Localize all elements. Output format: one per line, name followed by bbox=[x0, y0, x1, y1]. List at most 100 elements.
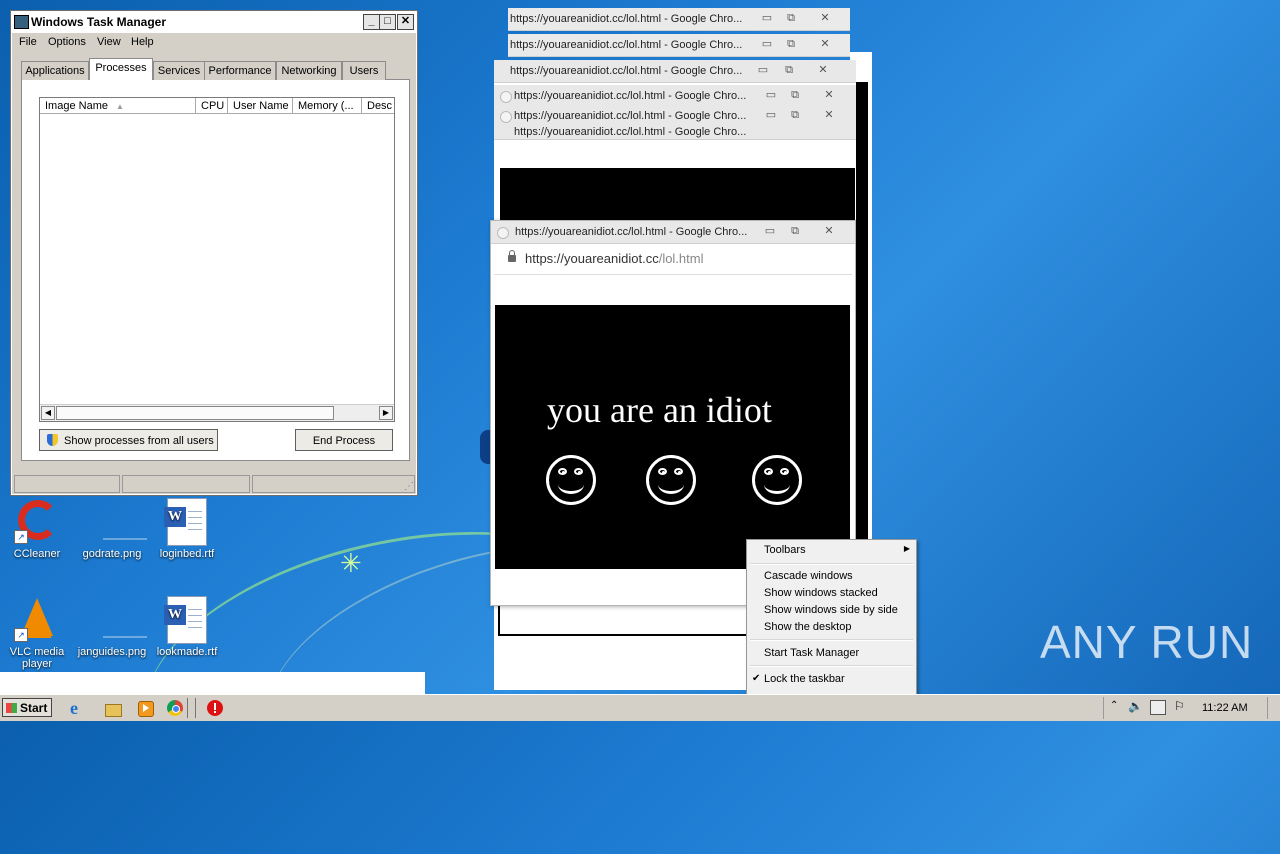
desktop-icon-janguides[interactable]: janguides.png bbox=[75, 596, 149, 658]
url-text[interactable]: https://youareanidiot.cc/lol.html bbox=[525, 251, 704, 266]
close-button[interactable]: ✕ bbox=[812, 63, 834, 77]
system-tray: ⌃ 🔈 ⚐ 11:22 AM bbox=[1103, 697, 1280, 719]
desktop-icon-ccleaner[interactable]: ↗ CCleaner bbox=[0, 498, 74, 560]
end-process-button[interactable]: End Process bbox=[295, 429, 393, 451]
action-center-flag-icon[interactable]: ⚐ bbox=[1174, 699, 1185, 713]
minimize-button[interactable]: ▭ bbox=[756, 37, 778, 51]
minimize-button[interactable]: ▭ bbox=[760, 108, 782, 122]
file-explorer-icon[interactable] bbox=[104, 699, 122, 717]
chrome-taskbar-icon[interactable] bbox=[166, 699, 184, 717]
menu-item-toolbars[interactable]: Toolbars bbox=[764, 544, 806, 556]
menu-separator bbox=[750, 563, 913, 565]
resize-grip-icon[interactable]: ⋰ bbox=[404, 481, 414, 492]
maximize-button[interactable]: ⧉ bbox=[778, 63, 800, 77]
maximize-button[interactable]: ⧉ bbox=[780, 37, 802, 51]
tab-processes[interactable]: Processes bbox=[89, 58, 153, 80]
minimize-button[interactable]: ▭ bbox=[752, 63, 774, 77]
close-button[interactable]: ✕ bbox=[818, 88, 840, 102]
shortcut-arrow-icon: ↗ bbox=[14, 530, 28, 544]
column-cpu[interactable]: CPU bbox=[196, 98, 228, 114]
task-manager-icon bbox=[14, 15, 29, 29]
anyrun-watermark: ANY RUN bbox=[1040, 616, 1254, 668]
favicon-icon bbox=[500, 91, 512, 103]
column-image-name[interactable]: Image Name ▲ bbox=[40, 98, 196, 114]
tab-networking[interactable]: Networking bbox=[276, 61, 342, 80]
desktop-icon-vlc[interactable]: ↗ VLC media player bbox=[0, 596, 74, 670]
chrome-popup-titlebar[interactable]: https://youareanidiot.cc/lol.html - Goog… bbox=[494, 125, 856, 140]
word-doc-icon bbox=[164, 498, 210, 546]
stop-icon[interactable] bbox=[206, 699, 224, 717]
start-button[interactable]: Start bbox=[2, 698, 52, 717]
scroll-right-arrow-icon[interactable]: ▶ bbox=[379, 406, 393, 420]
close-button[interactable]: ✕ bbox=[397, 14, 414, 30]
close-button[interactable]: ✕ bbox=[818, 224, 840, 238]
tab-applications[interactable]: Applications bbox=[21, 61, 89, 80]
menu-item-show-windows-side-by-side[interactable]: Show windows side by side bbox=[764, 604, 898, 616]
column-memory[interactable]: Memory (... bbox=[293, 98, 362, 114]
task-manager-titlebar[interactable]: Windows Task Manager _ □ ✕ bbox=[11, 11, 417, 33]
favicon-icon bbox=[497, 227, 509, 239]
minimize-button[interactable]: ▭ bbox=[760, 88, 782, 102]
media-player-icon[interactable] bbox=[137, 699, 155, 717]
submenu-arrow-icon: ▶ bbox=[903, 544, 910, 553]
scroll-thumb[interactable] bbox=[56, 406, 334, 420]
chrome-popup-titlebar[interactable]: https://youareanidiot.cc/lol.html - Goog… bbox=[508, 34, 850, 57]
network-icon[interactable] bbox=[1150, 700, 1166, 715]
process-list[interactable]: Image Name ▲ CPU User Name Memory (... De… bbox=[39, 97, 395, 422]
tab-users[interactable]: Users bbox=[342, 61, 386, 80]
menu-separator bbox=[750, 639, 913, 641]
tab-performance[interactable]: Performance bbox=[204, 61, 276, 80]
maximize-button[interactable]: □ bbox=[379, 14, 396, 30]
chrome-popup-titlebar[interactable]: https://youareanidiot.cc/lol.html - Goog… bbox=[508, 8, 850, 31]
address-bar[interactable]: https://youareanidiot.cc/lol.html bbox=[494, 244, 852, 275]
maximize-button[interactable]: ⧉ bbox=[784, 108, 806, 122]
close-button[interactable]: ✕ bbox=[818, 108, 840, 122]
window-remnant bbox=[0, 672, 425, 694]
desktop-icon-label: VLC media player bbox=[9, 646, 65, 670]
smiley-face-icon bbox=[646, 455, 696, 505]
word-doc-icon bbox=[164, 596, 210, 644]
menu-help[interactable]: Help bbox=[131, 36, 154, 48]
taskbar-context-menu: Toolbars ▶ Cascade windows Show windows … bbox=[746, 539, 917, 701]
menu-file[interactable]: File bbox=[19, 36, 37, 48]
menu-item-show-windows-stacked[interactable]: Show windows stacked bbox=[764, 587, 878, 599]
desktop-icon-loginbed[interactable]: loginbed.rtf bbox=[150, 498, 224, 560]
popup-message: you are an idiot bbox=[547, 390, 772, 430]
maximize-button[interactable]: ⧉ bbox=[780, 11, 802, 25]
smiley-face-icon bbox=[752, 455, 802, 505]
chrome-popup-title: https://youareanidiot.cc/lol.html - Goog… bbox=[510, 65, 743, 77]
show-all-processes-button[interactable]: Show processes from all users bbox=[39, 429, 218, 451]
chrome-popup-titlebar[interactable]: https://youareanidiot.cc/lol.html - Goog… bbox=[494, 60, 856, 83]
sort-arrow-icon: ▲ bbox=[115, 102, 124, 111]
desktop-icon-lookmade[interactable]: lookmade.rtf bbox=[150, 596, 224, 658]
close-button[interactable]: ✕ bbox=[814, 11, 836, 25]
desktop-icon-godrate[interactable]: godrate.png bbox=[75, 498, 149, 560]
menu-options[interactable]: Options bbox=[48, 36, 86, 48]
menu-item-show-desktop[interactable]: Show the desktop bbox=[764, 621, 851, 633]
maximize-button[interactable]: ⧉ bbox=[784, 88, 806, 102]
chrome-popup-title: https://youareanidiot.cc/lol.html - Goog… bbox=[510, 13, 743, 25]
smiley-face-icon bbox=[546, 455, 596, 505]
menu-item-lock-taskbar[interactable]: Lock the taskbar bbox=[764, 673, 845, 685]
volume-icon[interactable]: 🔈 bbox=[1128, 699, 1143, 713]
close-button[interactable]: ✕ bbox=[814, 37, 836, 51]
horizontal-scrollbar[interactable]: ◀ ▶ bbox=[40, 404, 394, 421]
minimize-button[interactable]: _ bbox=[363, 14, 380, 30]
maximize-button[interactable]: ⧉ bbox=[784, 224, 806, 238]
taskbar: Start e ⌃ 🔈 ⚐ 11:22 AM bbox=[0, 694, 1280, 721]
show-hidden-icons-icon[interactable]: ⌃ bbox=[1110, 700, 1118, 711]
chrome-popup-titlebar[interactable]: https://youareanidiot.cc/lol.html - Goog… bbox=[491, 221, 855, 244]
menu-item-cascade-windows[interactable]: Cascade windows bbox=[764, 570, 853, 582]
menu-item-start-task-manager[interactable]: Start Task Manager bbox=[764, 647, 859, 659]
tab-services[interactable]: Services bbox=[153, 61, 205, 80]
column-user-name[interactable]: User Name bbox=[228, 98, 293, 114]
internet-explorer-icon[interactable]: e bbox=[70, 699, 88, 717]
desktop-icon-label: lookmade.rtf bbox=[156, 646, 218, 658]
clock[interactable]: 11:22 AM bbox=[1202, 702, 1248, 714]
column-description[interactable]: Desc bbox=[362, 98, 394, 114]
menu-view[interactable]: View bbox=[97, 36, 121, 48]
minimize-button[interactable]: ▭ bbox=[759, 224, 781, 238]
show-desktop-button[interactable] bbox=[1267, 697, 1278, 719]
scroll-left-arrow-icon[interactable]: ◀ bbox=[41, 406, 55, 420]
minimize-button[interactable]: ▭ bbox=[756, 11, 778, 25]
